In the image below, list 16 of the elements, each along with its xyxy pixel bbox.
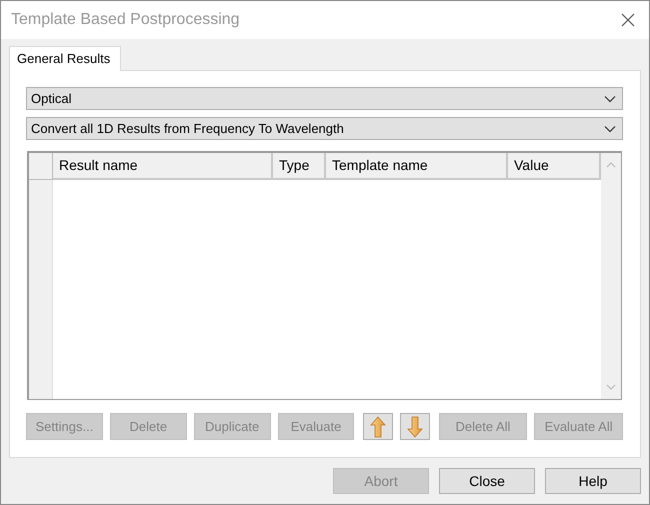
dialog-button[interactable]: Close	[439, 468, 535, 494]
scroll-down-icon[interactable]	[606, 384, 616, 391]
scrollbar[interactable]	[601, 153, 621, 399]
tab[interactable]: General Results	[9, 46, 121, 71]
scroll-up-icon[interactable]	[606, 161, 616, 168]
window-title: Template Based Postprocessing	[11, 11, 240, 29]
up-arrow-icon	[370, 416, 386, 438]
dropdown[interactable]: Optical	[26, 87, 623, 110]
move-up-button[interactable]	[363, 413, 394, 440]
dialog-button[interactable]: Help	[545, 468, 641, 494]
dropdown[interactable]: Convert all 1D Results from Frequency To Wavelength	[26, 117, 623, 140]
chevron-down-icon	[604, 124, 616, 132]
close-icon[interactable]	[621, 13, 635, 27]
chevron-down-icon	[604, 94, 616, 102]
down-arrow-icon	[406, 416, 423, 438]
move-down-button[interactable]	[400, 413, 430, 440]
